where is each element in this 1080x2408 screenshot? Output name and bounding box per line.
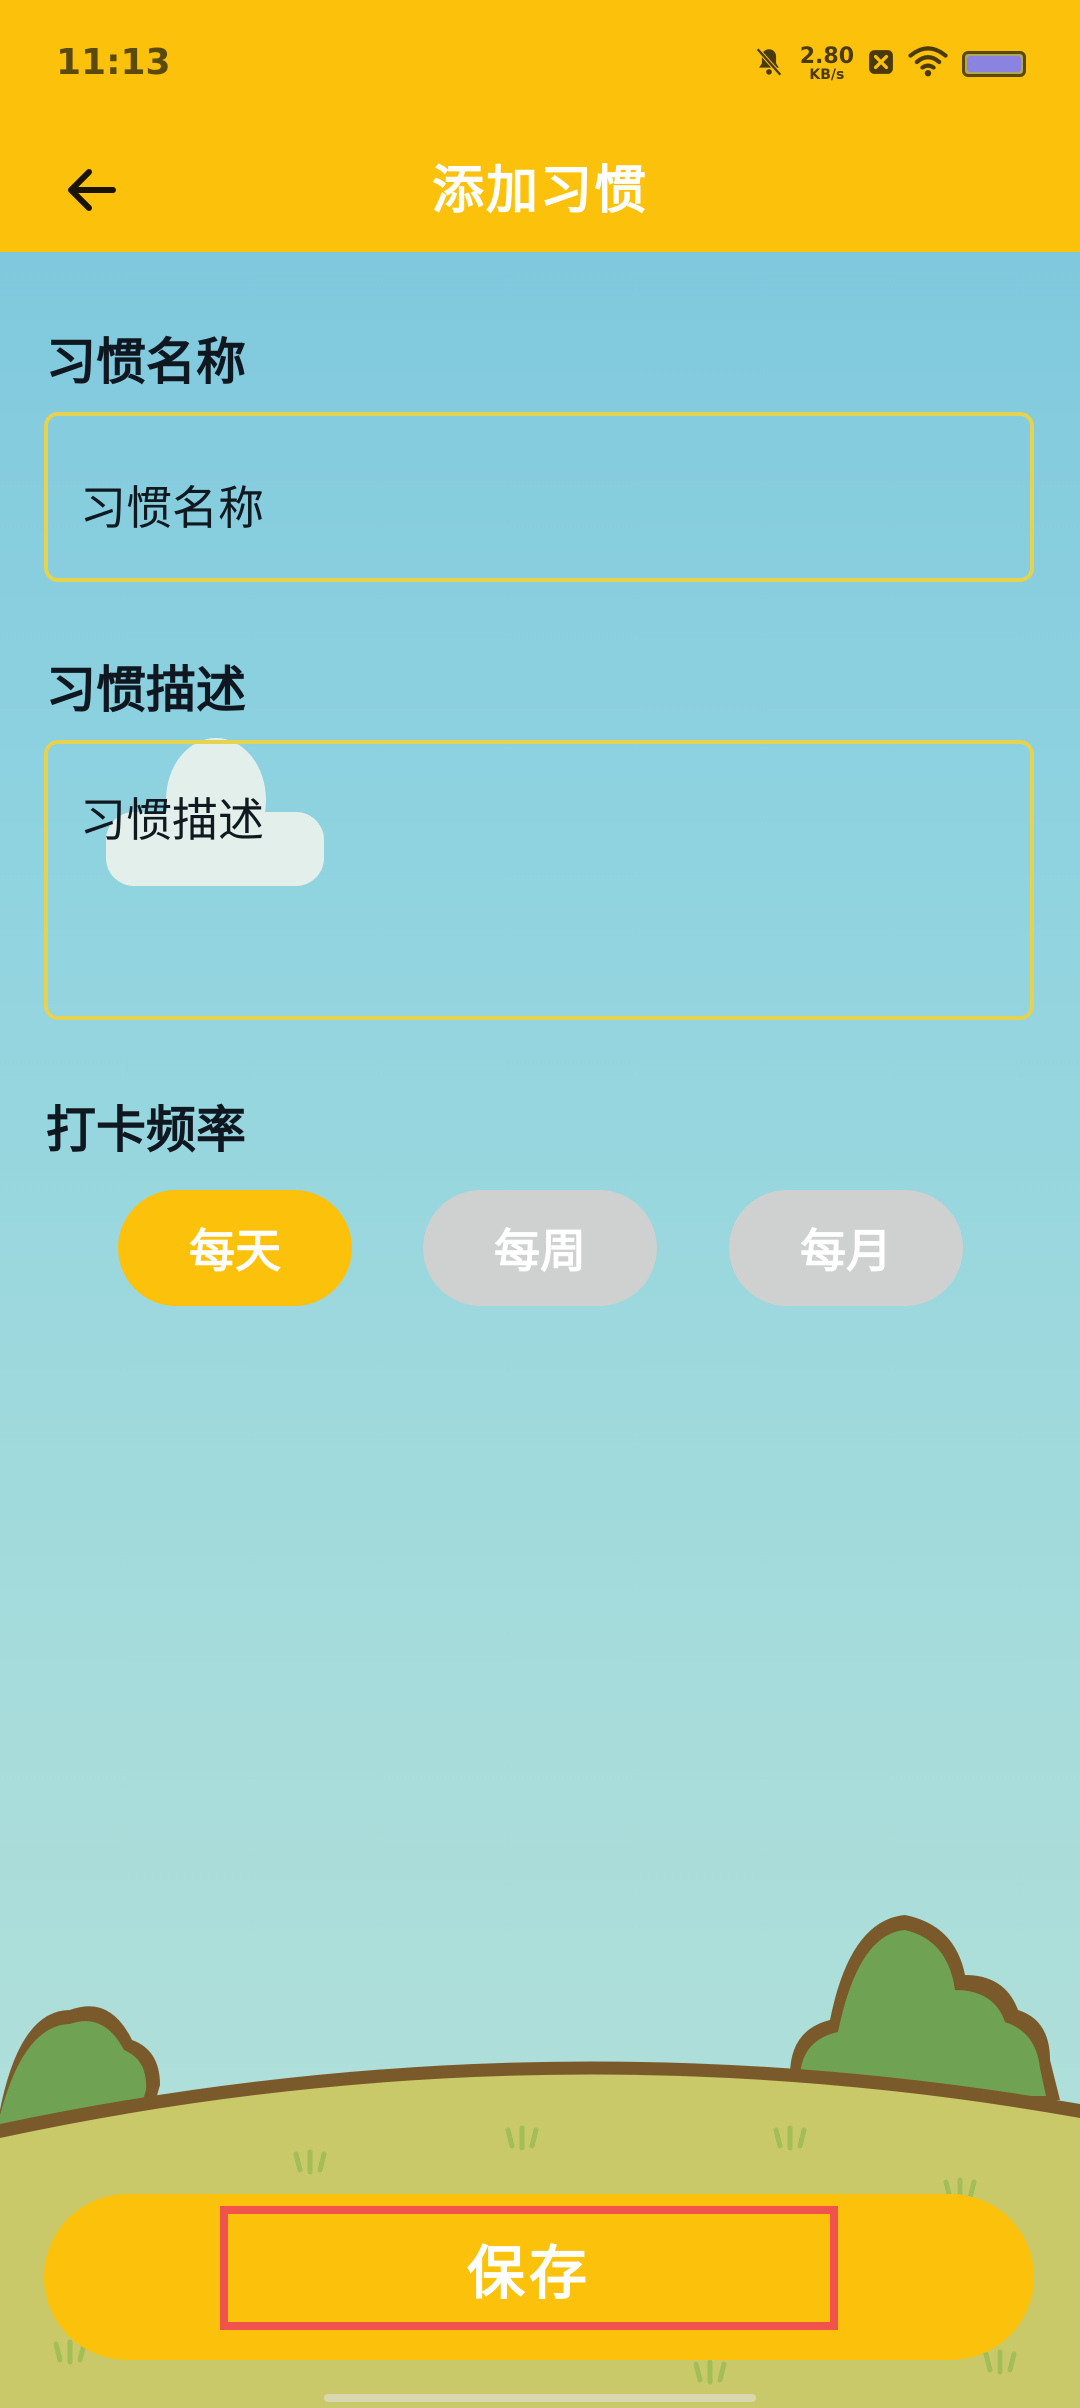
frequency-daily-button[interactable]: 每天 — [118, 1190, 352, 1306]
frequency-weekly-button[interactable]: 每周 — [423, 1190, 657, 1306]
status-icons: 2.80 KB/s — [752, 40, 1026, 88]
wifi-icon — [908, 46, 948, 82]
bell-muted-icon — [752, 45, 786, 83]
page-title: 添加习惯 — [431, 161, 648, 221]
habit-name-label: 习惯名称 — [46, 333, 246, 391]
app-notification-icon — [868, 49, 894, 79]
frequency-monthly-button[interactable]: 每月 — [729, 1190, 963, 1306]
habit-description-value: 习惯描述 — [80, 793, 264, 847]
save-button-label[interactable]: 保存 — [220, 2206, 838, 2330]
battery-level — [967, 56, 1021, 72]
home-indicator[interactable] — [324, 2394, 756, 2402]
status-bar: 11:13 2.80 KB/s — [0, 0, 1080, 130]
habit-description-input[interactable]: 习惯描述 — [44, 740, 1034, 1020]
frequency-label: 打卡频率 — [46, 1101, 246, 1159]
screen: 11:13 2.80 KB/s 添加习惯 习惯名称 习惯名称 习惯描述 习惯描述… — [0, 0, 1080, 2408]
habit-name-input[interactable]: 习惯名称 — [44, 412, 1034, 582]
network-speed: 2.80 KB/s — [799, 44, 854, 83]
status-time: 11:13 — [56, 42, 171, 83]
habit-description-label: 习惯描述 — [46, 661, 246, 719]
habit-name-value: 习惯名称 — [80, 481, 264, 535]
battery-icon — [962, 51, 1026, 77]
